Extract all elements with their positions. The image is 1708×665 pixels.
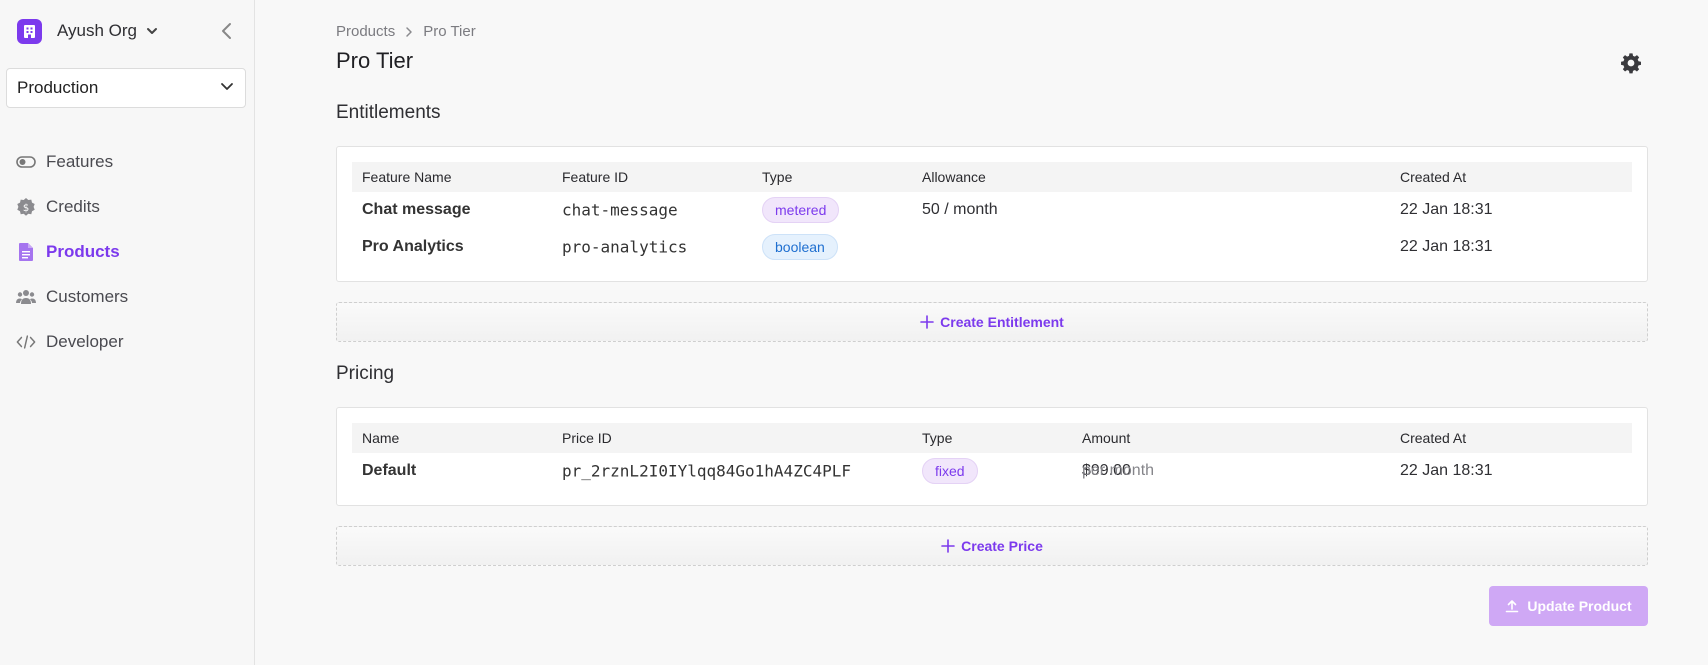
sidebar: Ayush Org Production Features $ Credits (0, 0, 255, 665)
sidebar-item-label: Features (46, 151, 114, 171)
users-icon (16, 287, 36, 307)
sidebar-nav: Features $ Credits Products Customers De… (16, 139, 128, 364)
plus-icon (941, 539, 955, 553)
upload-icon (1505, 599, 1519, 613)
column-header: Allowance (922, 169, 986, 185)
breadcrumb-current: Pro Tier (423, 23, 476, 40)
create-entitlement-label: Create Entitlement (940, 314, 1064, 330)
settings-button[interactable] (1620, 52, 1642, 79)
type-badge: boolean (762, 234, 838, 260)
environment-value: Production (17, 78, 99, 97)
feature-id: pro-analytics (562, 237, 688, 257)
type-badge: fixed (922, 458, 978, 484)
plus-icon (920, 315, 934, 329)
collapse-sidebar-button[interactable] (218, 20, 236, 47)
sidebar-item-label: Products (46, 241, 120, 261)
page-title: Pro Tier (336, 48, 414, 73)
sidebar-item-label: Developer (46, 331, 124, 351)
column-header: Created At (1400, 169, 1467, 185)
table-row[interactable]: Default pr_2rznL2I0IYlqq84Go1hA4ZC4PLF f… (352, 456, 1632, 486)
chevron-left-icon (218, 20, 236, 47)
price-name: Default (362, 462, 417, 479)
breadcrumb-products-link[interactable]: Products (336, 23, 395, 40)
environment-select[interactable]: Production (6, 68, 246, 108)
create-entitlement-button[interactable]: Create Entitlement (336, 302, 1648, 342)
chevron-down-icon (219, 78, 235, 99)
column-header: Type (922, 430, 953, 446)
created-at: 22 Jan 18:31 (1400, 462, 1493, 479)
org-switcher[interactable]: Ayush Org (17, 18, 159, 44)
column-header: Feature ID (562, 169, 629, 185)
column-header: Name (362, 430, 400, 446)
sidebar-item-credits[interactable]: $ Credits (16, 184, 128, 229)
column-header: Feature Name (362, 169, 452, 185)
org-name: Ayush Org (57, 21, 138, 40)
entitlements-title: Entitlements (336, 102, 441, 123)
coin-icon: $ (16, 197, 36, 217)
building-icon (17, 18, 42, 44)
create-price-label: Create Price (961, 538, 1043, 554)
sidebar-item-label: Credits (46, 196, 100, 216)
toggle-icon (16, 152, 36, 172)
pricing-table: Name Price ID Type Amount Created At Def… (336, 407, 1648, 506)
sidebar-item-products[interactable]: Products (16, 229, 128, 274)
column-header: Amount (1082, 430, 1131, 446)
table-header: Name Price ID Type Amount Created At (352, 423, 1632, 453)
gear-icon (1620, 52, 1642, 79)
chevron-down-icon (145, 24, 159, 38)
update-product-label: Update Product (1527, 598, 1632, 614)
update-product-button[interactable]: Update Product (1489, 586, 1648, 626)
column-header: Created At (1400, 430, 1467, 446)
table-row[interactable]: Pro Analytics pro-analytics boolean 22 J… (352, 232, 1632, 262)
allowance: 50 / month (922, 201, 998, 218)
code-icon (16, 332, 36, 352)
feature-name: Pro Analytics (362, 238, 464, 255)
sidebar-item-features[interactable]: Features (16, 139, 128, 184)
svg-text:$: $ (23, 203, 29, 214)
entitlements-table: Feature Name Feature ID Type Allowance C… (336, 146, 1648, 282)
feature-name: Chat message (362, 201, 471, 218)
document-icon (16, 242, 36, 262)
created-at: 22 Jan 18:31 (1400, 238, 1493, 255)
sidebar-item-developer[interactable]: Developer (16, 319, 128, 364)
create-price-button[interactable]: Create Price (336, 526, 1648, 566)
type-badge: metered (762, 197, 840, 223)
chevron-right-icon (403, 26, 415, 38)
created-at: 22 Jan 18:31 (1400, 201, 1493, 218)
table-row[interactable]: Chat message chat-message metered 50 / m… (352, 195, 1632, 225)
feature-id: chat-message (562, 200, 678, 220)
breadcrumb: Products Pro Tier (336, 23, 476, 40)
table-header: Feature Name Feature ID Type Allowance C… (352, 162, 1632, 192)
sidebar-item-customers[interactable]: Customers (16, 274, 128, 319)
column-header: Price ID (562, 430, 612, 446)
column-header: Type (762, 169, 793, 185)
sidebar-item-label: Customers (46, 286, 129, 306)
price-id: pr_2rznL2I0IYlqq84Go1hA4ZC4PLF (562, 461, 851, 481)
pricing-title: Pricing (336, 363, 395, 384)
price-interval: per month (1082, 462, 1155, 479)
